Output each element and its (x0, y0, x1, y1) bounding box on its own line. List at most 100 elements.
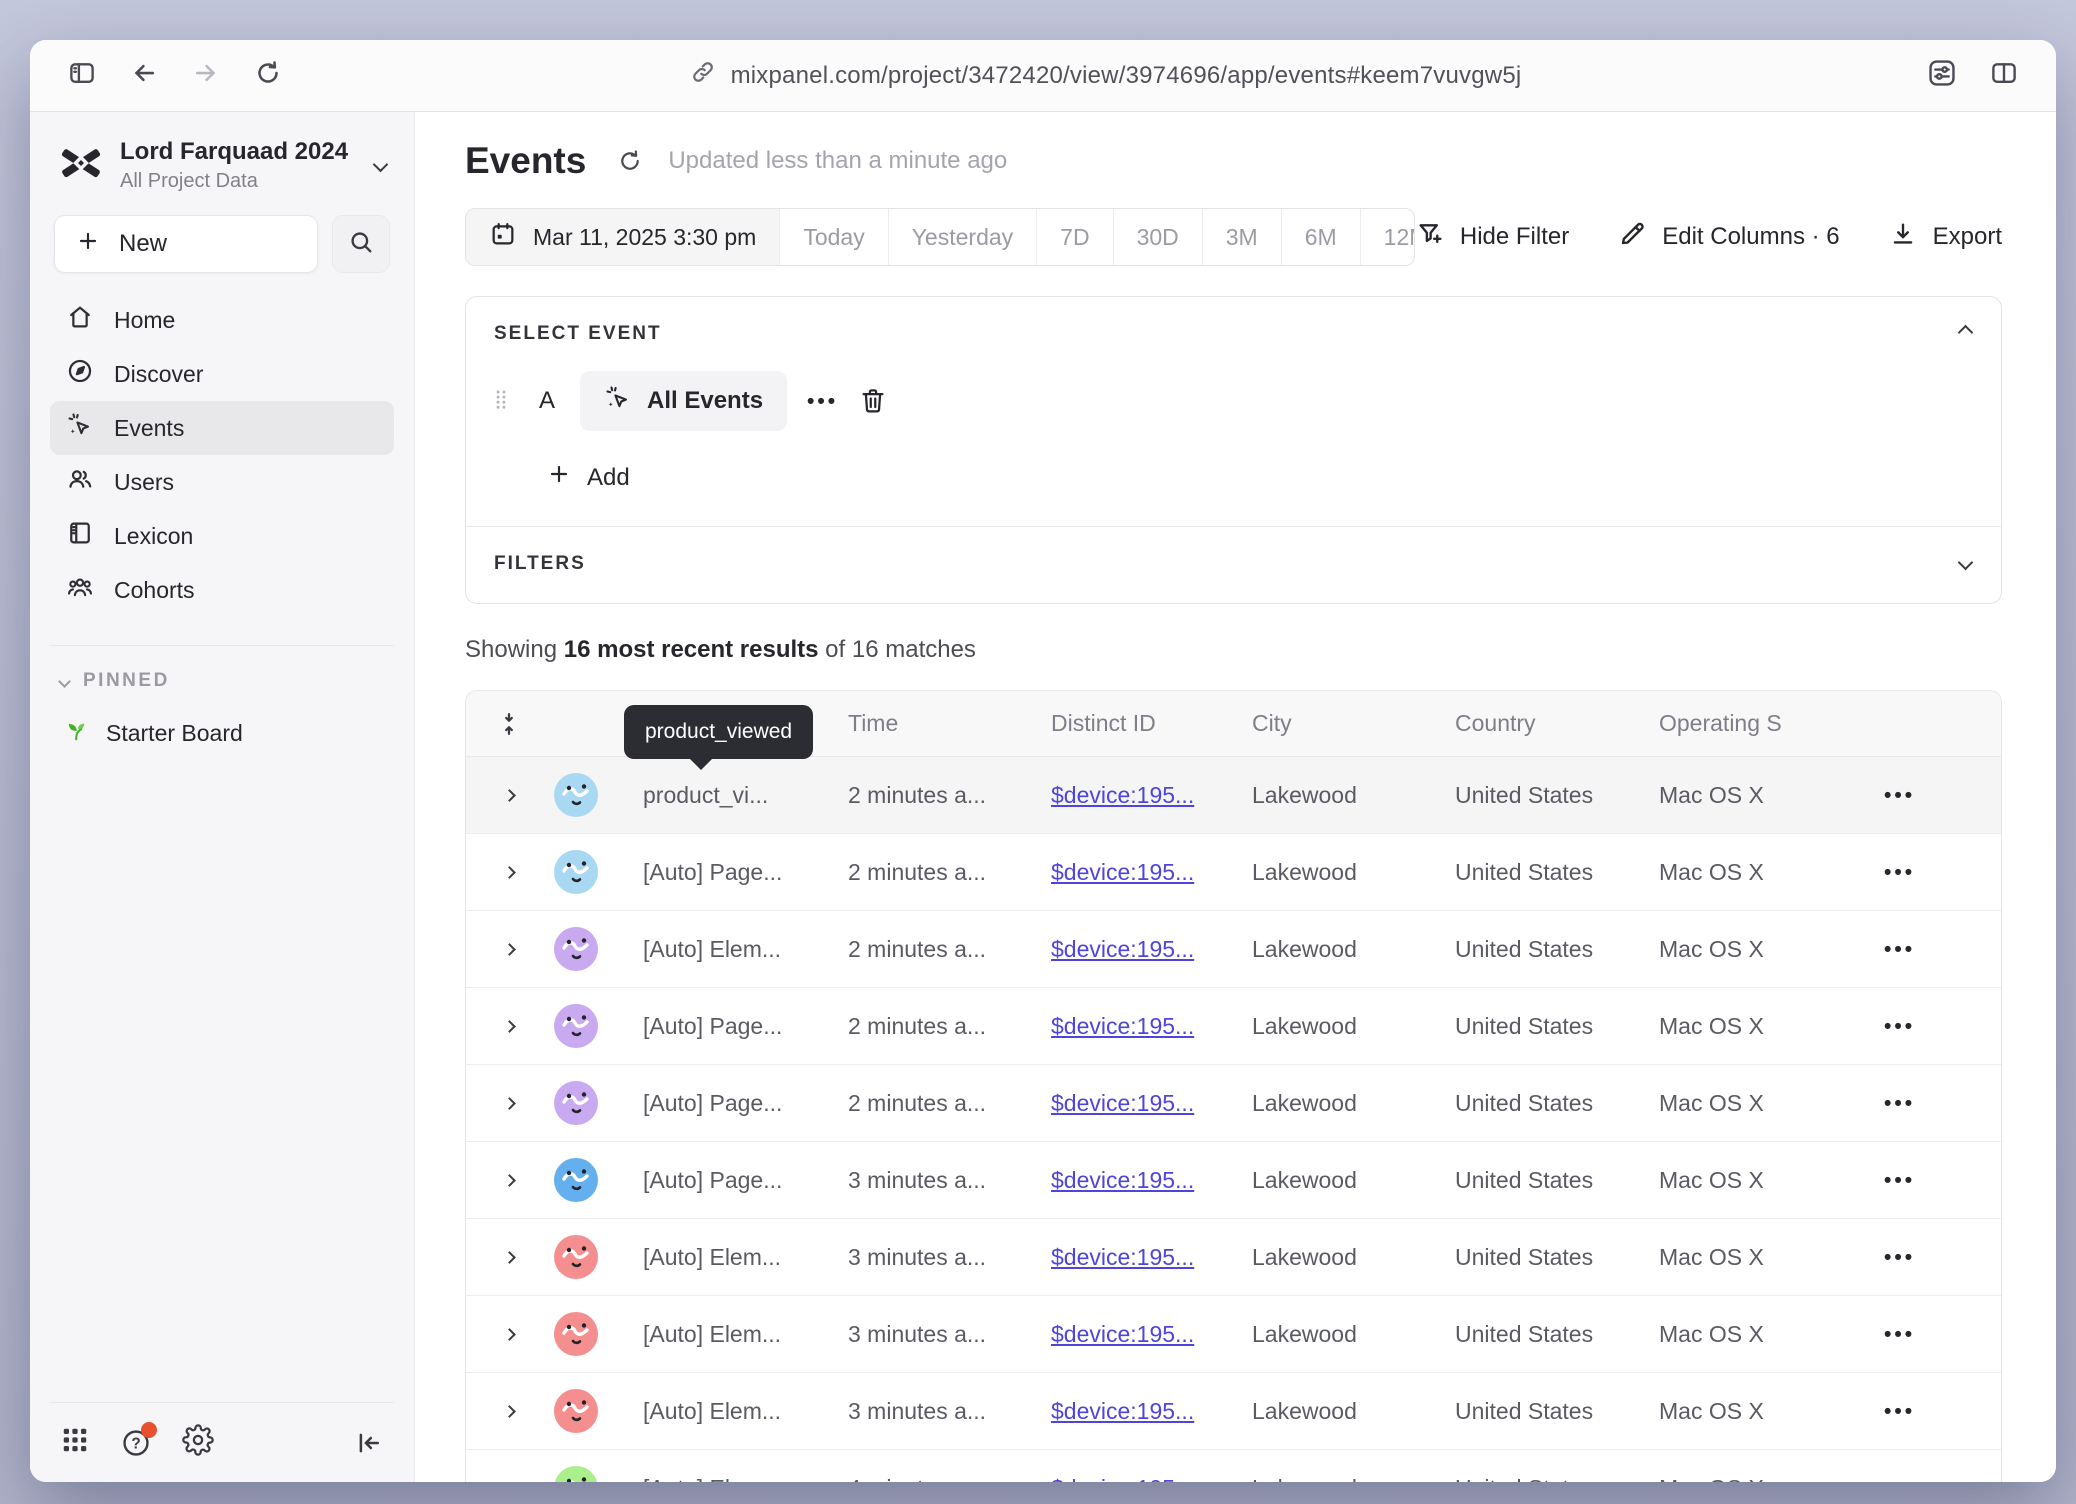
row-expand-button[interactable] (466, 1253, 552, 1262)
hide-filter-button[interactable]: Hide Filter (1415, 219, 1569, 256)
range-today-button[interactable]: Today (779, 209, 887, 265)
row-actions-button[interactable]: ••• (1884, 785, 1915, 806)
distinct-id-link[interactable]: $device:195... (1051, 1013, 1194, 1039)
project-switcher[interactable]: Lord Farquaad 2024 All Project Data (50, 132, 394, 213)
event-name-cell[interactable]: [Auto] Page... (612, 1013, 848, 1040)
sidebar-item-label: Events (114, 415, 184, 442)
sidebar-item-lexicon[interactable]: Lexicon (50, 509, 394, 563)
distinct-id-link[interactable]: $device:195... (1051, 782, 1194, 808)
browser-refresh-button[interactable] (242, 52, 294, 100)
new-button[interactable]: New (54, 215, 318, 273)
column-header-time[interactable]: Time (848, 710, 1051, 737)
event-name-cell[interactable]: [Auto] Elem... (612, 1398, 848, 1425)
chevron-up-icon[interactable] (1960, 325, 1971, 343)
help-button[interactable]: ? (120, 1427, 152, 1459)
row-expand-button[interactable] (466, 1022, 552, 1031)
distinct-id-link[interactable]: $device:195... (1051, 1321, 1194, 1347)
table-row[interactable]: [Auto] Elem...3 minutes a...$device:195.… (466, 1219, 2001, 1296)
sidebar-item-home[interactable]: Home (50, 293, 394, 347)
pinned-header[interactable]: PINNED (50, 670, 394, 692)
distinct-id-link[interactable]: $device:195... (1051, 1398, 1194, 1424)
event-name-cell[interactable]: [Auto] Elem... (612, 1475, 848, 1483)
browser-page-settings-button[interactable] (1916, 52, 1968, 100)
table-row[interactable]: [Auto] Elem...2 minutes a...$device:195.… (466, 911, 2001, 988)
range-12m-button[interactable]: 12M (1360, 209, 1415, 265)
range-6m-button[interactable]: 6M (1281, 209, 1360, 265)
event-more-options-button[interactable]: ••• (807, 391, 838, 412)
column-header-country[interactable]: Country (1455, 710, 1659, 737)
range-yesterday-button[interactable]: Yesterday (888, 209, 1036, 265)
column-header-os[interactable]: Operating S (1659, 710, 1874, 737)
sidebar-item-discover[interactable]: Discover (50, 347, 394, 401)
date-picker-button[interactable]: Mar 11, 2025 3:30 pm (466, 209, 779, 265)
search-button[interactable] (332, 215, 390, 273)
row-actions-button[interactable]: ••• (1884, 939, 1915, 960)
distinct-id-link[interactable]: $device:195... (1051, 859, 1194, 885)
distinct-id-link[interactable]: $device:195... (1051, 936, 1194, 962)
row-expand-button[interactable] (466, 1407, 552, 1416)
browser-sidebar-toggle-button[interactable] (56, 52, 108, 100)
event-name-cell[interactable]: [Auto] Page... (612, 1090, 848, 1117)
event-name-cell[interactable]: [Auto] Elem... (612, 1244, 848, 1271)
event-name-cell[interactable]: product_vi... (612, 782, 848, 809)
browser-back-button[interactable] (118, 52, 170, 100)
distinct-id-link[interactable]: $device:195... (1051, 1475, 1194, 1483)
distinct-id-link[interactable]: $device:195... (1051, 1090, 1194, 1116)
add-event-button[interactable]: Add (466, 431, 2001, 526)
event-name-cell[interactable]: [Auto] Elem... (612, 1321, 848, 1348)
browser-split-view-button[interactable] (1978, 52, 2030, 100)
row-expand-button[interactable] (466, 868, 552, 877)
delete-event-button[interactable] (858, 386, 888, 416)
refresh-results-button[interactable] (616, 147, 644, 175)
row-actions-button[interactable]: ••• (1884, 1093, 1915, 1114)
sidebar-item-events[interactable]: Events (50, 401, 394, 455)
distinct-id-link[interactable]: $device:195... (1051, 1244, 1194, 1270)
column-header-distinct-id[interactable]: Distinct ID (1051, 710, 1252, 737)
table-row[interactable]: [Auto] Elem...4 minutes a...$device:195.… (466, 1450, 2001, 1482)
country-cell: United States (1455, 1321, 1659, 1348)
range-7d-button[interactable]: 7D (1036, 209, 1112, 265)
range-30d-button[interactable]: 30D (1113, 209, 1202, 265)
chevron-down-icon (60, 670, 69, 692)
sidebar-item-cohorts[interactable]: Cohorts (50, 563, 394, 617)
export-button[interactable]: Export (1888, 219, 2002, 256)
event-name-cell[interactable]: [Auto] Elem... (612, 936, 848, 963)
row-actions-button[interactable]: ••• (1884, 862, 1915, 883)
row-actions-button[interactable]: ••• (1884, 1170, 1915, 1191)
table-row[interactable]: [Auto] Page...3 minutes a...$device:195.… (466, 1142, 2001, 1219)
row-expand-button[interactable] (466, 945, 552, 954)
row-expand-button[interactable] (466, 791, 552, 800)
row-expand-button[interactable] (466, 1330, 552, 1339)
event-chip-label: All Events (647, 387, 763, 415)
row-actions-button[interactable]: ••• (1884, 1016, 1915, 1037)
sidebar-item-users[interactable]: Users (50, 455, 394, 509)
sidebar-item-label: Discover (114, 361, 203, 388)
settings-gear-button[interactable] (182, 1424, 214, 1461)
row-actions-button[interactable]: ••• (1884, 1401, 1915, 1422)
edit-columns-button[interactable]: Edit Columns · 6 (1617, 219, 1839, 256)
table-row[interactable]: [Auto] Elem...3 minutes a...$device:195.… (466, 1296, 2001, 1373)
table-row[interactable]: [Auto] Page...2 minutes a...$device:195.… (466, 834, 2001, 911)
row-actions-button[interactable]: ••• (1884, 1324, 1915, 1345)
row-expand-button[interactable] (466, 1099, 552, 1108)
chevron-down-icon[interactable] (1960, 555, 1971, 573)
table-row[interactable]: [Auto] Page...2 minutes a...$device:195.… (466, 1065, 2001, 1142)
row-actions-button[interactable]: ••• (1884, 1247, 1915, 1268)
browser-forward-button[interactable] (180, 52, 232, 100)
address-bar[interactable]: mixpanel.com/project/3472420/view/397469… (304, 58, 1906, 93)
column-header-city[interactable]: City (1252, 710, 1455, 737)
table-row[interactable]: [Auto] Page...2 minutes a...$device:195.… (466, 988, 2001, 1065)
collapse-sidebar-button[interactable] (354, 1428, 384, 1458)
range-3m-button[interactable]: 3M (1202, 209, 1281, 265)
sidebar-item-starter-board[interactable]: Starter Board (50, 706, 394, 760)
event-name-cell[interactable]: [Auto] Page... (612, 1167, 848, 1194)
collapse-all-rows-button[interactable] (466, 710, 552, 738)
apps-grid-button[interactable] (60, 1425, 90, 1460)
event-selector-chip[interactable]: All Events (580, 371, 787, 431)
row-expand-button[interactable] (466, 1176, 552, 1185)
drag-handle[interactable] (488, 386, 514, 417)
row-actions-button[interactable]: ••• (1884, 1478, 1915, 1483)
distinct-id-link[interactable]: $device:195... (1051, 1167, 1194, 1193)
event-name-cell[interactable]: [Auto] Page... (612, 859, 848, 886)
table-row[interactable]: [Auto] Elem...3 minutes a...$device:195.… (466, 1373, 2001, 1450)
